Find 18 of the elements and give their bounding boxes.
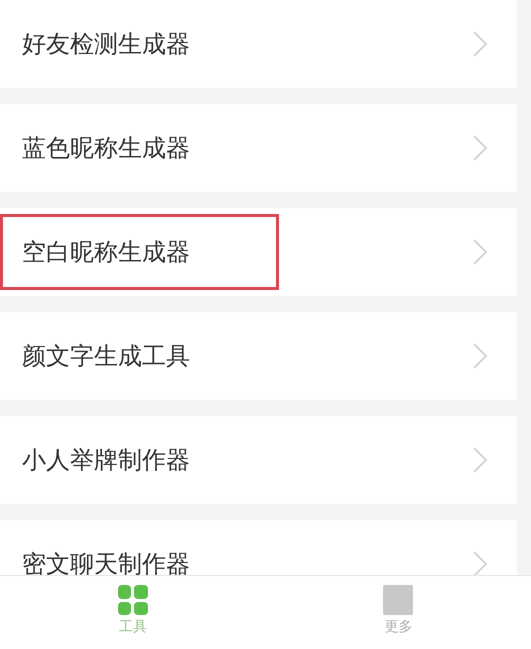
tool-name: 颜文字生成工具 (22, 341, 190, 372)
tool-name: 蓝色昵称生成器 (22, 133, 190, 164)
grid-icon (118, 585, 148, 615)
tool-name: 好友检测生成器 (22, 29, 190, 60)
tool-list-item[interactable]: 颜文字生成工具 (0, 312, 517, 400)
tool-list-item[interactable]: 蓝色昵称生成器 (0, 104, 517, 192)
chevron-right-icon (473, 447, 487, 473)
tool-list-item[interactable]: 好友检测生成器 (0, 0, 517, 88)
square-icon (383, 585, 414, 615)
chevron-right-icon (473, 551, 487, 575)
tool-name: 空白昵称生成器 (22, 237, 190, 268)
chevron-right-icon (473, 239, 487, 265)
tool-list-item[interactable]: 空白昵称生成器 (0, 208, 517, 296)
tool-list-item[interactable]: 小人举牌制作器 (0, 416, 517, 504)
chevron-right-icon (473, 31, 487, 57)
tool-name: 小人举牌制作器 (22, 445, 190, 476)
chevron-right-icon (473, 135, 487, 161)
chevron-right-icon (473, 343, 487, 369)
